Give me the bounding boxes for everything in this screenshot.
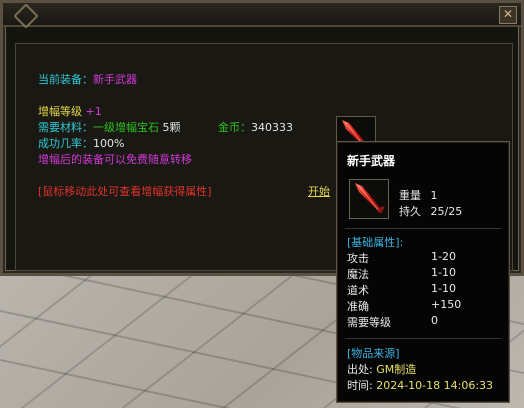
rate-value: 100% [93, 137, 125, 150]
stat-label: 魔法 [347, 268, 369, 281]
gold-row: 金币：340333 [218, 119, 293, 135]
rate-label: 成功几率： [38, 137, 93, 150]
gold-label: 金币： [218, 121, 251, 134]
stat-label: 准确 [347, 300, 369, 313]
weight-value: 1 [430, 189, 438, 202]
level-label: 增幅等级 [38, 105, 82, 118]
origin-value: GM制造 [376, 363, 417, 376]
tooltip-item-icon-frame [349, 179, 389, 219]
source-section: [物品来源] [347, 347, 400, 360]
stat-label: 需要等级 [347, 316, 391, 329]
weight-label: 重量 [399, 189, 421, 202]
ornament-icon [13, 3, 39, 29]
stat-value: 1-10 [431, 266, 456, 279]
current-equip-label: 当前装备： [38, 73, 93, 86]
origin-label: 出处: [347, 363, 373, 376]
red-sword-icon [355, 183, 385, 214]
current-equip-value: 新手武器 [93, 73, 137, 86]
stat-row: 攻击 [347, 250, 369, 266]
time-row: 时间: 2024-10-18 14:06:33 [347, 377, 493, 393]
time-value: 2024-10-18 14:06:33 [376, 379, 494, 392]
stat-value: 0 [431, 314, 438, 327]
stat-value: 1-10 [431, 282, 456, 295]
tooltip-divider [345, 338, 501, 339]
stat-value: 1-20 [431, 250, 456, 263]
material-count: 5颗 [162, 121, 181, 134]
stat-label: 攻击 [347, 252, 369, 265]
gold-value: 340333 [251, 121, 293, 134]
rate-row: 成功几率：100% [38, 135, 124, 151]
level-row: 增幅等级 +1 [38, 103, 102, 119]
stat-row: 需要等级 [347, 314, 391, 330]
level-value: +1 [85, 105, 102, 118]
origin-row: 出处: GM制造 [347, 361, 416, 377]
tooltip-title: 新手武器 [347, 154, 396, 168]
material-row: 需要材料：一级增幅宝石 5颗 [38, 119, 181, 135]
stat-label: 道术 [347, 284, 369, 297]
current-equip-row: 当前装备：新手武器 [38, 71, 137, 87]
durability-label: 持久 [399, 205, 421, 218]
tooltip-divider [345, 228, 501, 229]
item-tooltip: 新手武器 重量 1 持久 25/25 [基础属性]: 攻击 1-20 魔法 1-… [336, 141, 510, 403]
start-button[interactable]: 开始 [308, 183, 330, 199]
stat-row: 道术 [347, 282, 369, 298]
durability-row: 持久 25/25 [399, 203, 462, 219]
hover-hint[interactable]: [鼠标移动此处可查看增幅获得属性] [38, 183, 212, 199]
close-icon: ✕ [502, 7, 514, 21]
weight-row: 重量 1 [399, 187, 438, 203]
durability-value: 25/25 [430, 205, 463, 218]
stat-row: 魔法 [347, 266, 369, 282]
base-attr-section: [基础属性]: [347, 236, 404, 249]
close-button[interactable]: ✕ [499, 6, 517, 24]
transfer-note: 增幅后的装备可以免费随意转移 [38, 153, 192, 166]
material-value: 一级增幅宝石 [93, 121, 159, 134]
stat-row: 准确 [347, 298, 369, 314]
material-label: 需要材料： [38, 121, 93, 134]
dialog-titlebar: ✕ [3, 3, 521, 29]
time-label: 时间: [347, 379, 373, 392]
stat-value: +150 [431, 298, 462, 311]
